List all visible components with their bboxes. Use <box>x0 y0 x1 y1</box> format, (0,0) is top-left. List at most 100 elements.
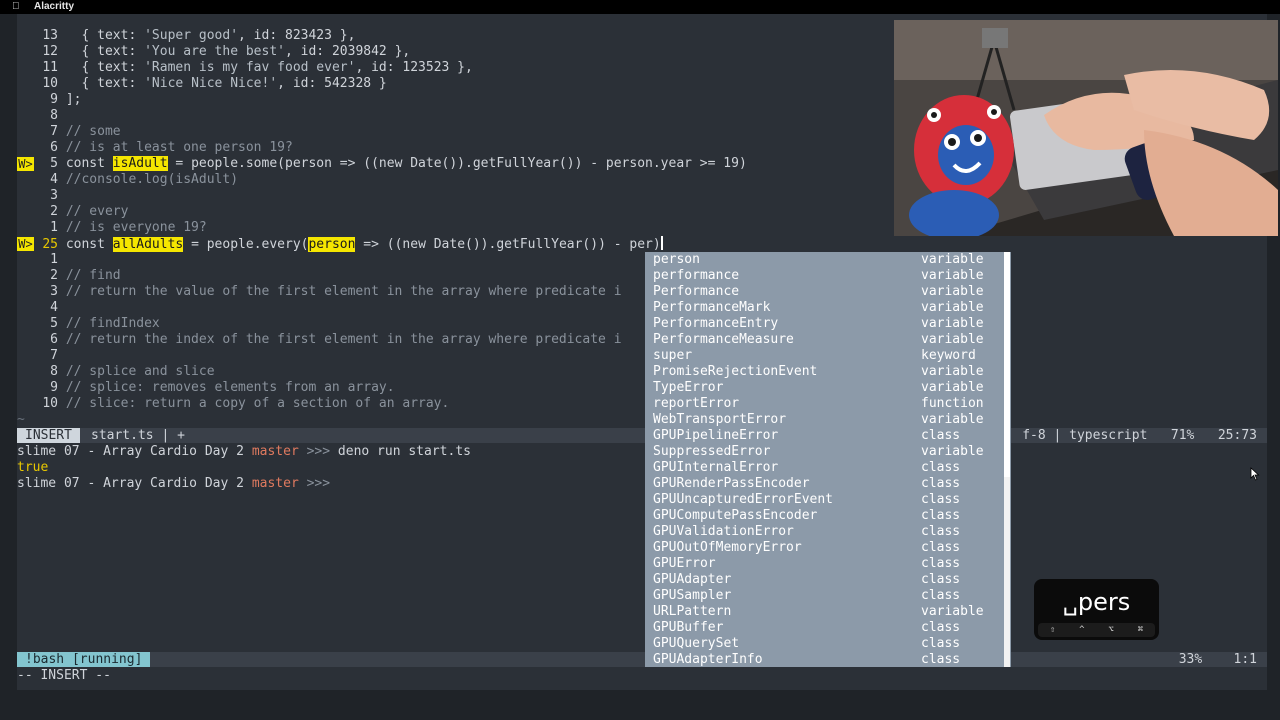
completion-label: PromiseRejectionEvent <box>653 364 818 379</box>
webcam-image <box>894 20 1278 236</box>
completion-label: GPUAdapter <box>653 572 732 587</box>
code-line[interactable]: 11 { text: 'Ramen is my fav food ever', … <box>17 60 473 76</box>
menu-bar:  Alacritty <box>0 0 1280 14</box>
completion-item[interactable]: GPUSampler class <box>653 588 1003 604</box>
code-line[interactable]: 3 <box>17 188 66 204</box>
code-line[interactable]: 1 <box>17 252 66 268</box>
code-line[interactable]: 10 // slice: return a copy of a section … <box>17 396 449 412</box>
code-line[interactable]: 1 // is everyone 19? <box>17 220 207 236</box>
apple-menu-icon[interactable]:  <box>12 0 20 14</box>
shell-prompt[interactable]: slime 07 - Array Cardio Day 2 master >>> <box>17 476 330 492</box>
completion-label: PerformanceEntry <box>653 316 779 331</box>
code-line[interactable]: 2 // find <box>17 268 120 284</box>
code-line[interactable]: 25 const allAdults = people.every(person… <box>17 236 663 252</box>
app-menu-name[interactable]: Alacritty <box>34 0 74 14</box>
code-line[interactable]: 13 { text: 'Super good', id: 823423 }, <box>17 28 355 44</box>
bash-tab[interactable]: !bash [running] <box>17 652 151 667</box>
completion-kind: variable <box>921 268 984 283</box>
completion-popup[interactable]: person variable performance variable Perform… <box>645 252 1011 667</box>
code-line[interactable]: 5 // findIndex <box>17 316 160 332</box>
completion-item[interactable]: Performance variable <box>653 284 1003 300</box>
code-text: => ((new Date()).getFullYear()) - per <box>355 237 653 252</box>
code-line[interactable]: 12 { text: 'You are the best', id: 20398… <box>17 44 410 60</box>
line-number: 8 <box>50 108 58 123</box>
code-text: , id: 2039842 }, <box>285 44 411 59</box>
completion-label: performance <box>653 268 740 283</box>
line-number: 4 <box>50 300 58 315</box>
completion-item[interactable]: GPUAdapterInfo class <box>653 652 1003 667</box>
completion-item[interactable]: GPUQuerySet class <box>653 636 1003 652</box>
code-line[interactable]: 7 // some <box>17 124 120 140</box>
completion-item[interactable]: PerformanceMeasure variable <box>653 332 1003 348</box>
modifier-keys: ⇧ ^ ⌥ ⌘ <box>1038 623 1155 637</box>
completion-item[interactable]: PerformanceEntry variable <box>653 316 1003 332</box>
comment-text: // every <box>65 204 129 219</box>
code-line[interactable]: 6 // return the index of the first eleme… <box>17 332 621 348</box>
code-line[interactable]: 9 ]; <box>17 92 81 108</box>
completion-item[interactable]: GPUError class <box>653 556 1003 572</box>
code-line[interactable]: 6 // is at least one person 19? <box>17 140 293 156</box>
code-line[interactable]: 3 // return the value of the first eleme… <box>17 284 621 300</box>
line-number: 6 <box>50 140 58 155</box>
line-number: 1 <box>50 220 58 235</box>
prompt-path: slime 07 - Array Cardio Day 2 <box>17 444 252 459</box>
bash-position: 33% 1:1 <box>1178 652 1257 667</box>
code-line[interactable]: 9 // splice: removes elements from an ar… <box>17 380 394 396</box>
completion-kind: variable <box>921 412 984 427</box>
completion-item[interactable]: GPUOutOfMemoryError class <box>653 540 1003 556</box>
completion-item[interactable]: GPUInternalError class <box>653 460 1003 476</box>
line-number: 13 <box>42 28 58 43</box>
completion-label: GPUUncapturedErrorEvent <box>653 492 834 507</box>
completion-item[interactable]: GPUAdapter class <box>653 572 1003 588</box>
code-line[interactable]: 8 <box>17 108 66 124</box>
popup-scrollbar-thumb[interactable] <box>1004 252 1010 477</box>
completion-item[interactable]: GPUValidationError class <box>653 524 1003 540</box>
completion-item[interactable]: reportError function <box>653 396 1003 412</box>
completion-item[interactable]: performance variable <box>653 268 1003 284</box>
code-line[interactable]: 8 // splice and slice <box>17 364 214 380</box>
completion-item[interactable]: GPUUncapturedErrorEvent class <box>653 492 1003 508</box>
completion-item[interactable]: GPURenderPassEncoder class <box>653 476 1003 492</box>
line-number: 5 <box>50 156 58 171</box>
code-line[interactable]: 2 // every <box>17 204 128 220</box>
completion-item[interactable]: URLPattern variable <box>653 604 1003 620</box>
code-line[interactable]: 4 <box>17 300 66 316</box>
completion-item[interactable]: TypeError variable <box>653 380 1003 396</box>
completion-item[interactable]: WebTransportError variable <box>653 412 1003 428</box>
completion-label: TypeError <box>653 380 724 395</box>
line-number: 11 <box>42 60 58 75</box>
file-name: start.ts | + <box>91 428 185 443</box>
modifier-key-icon: ⇧ <box>1049 625 1056 635</box>
completion-kind: function <box>921 396 984 411</box>
modifier-key-icon: ⌥ <box>1108 625 1114 635</box>
completion-kind: variable <box>921 284 984 299</box>
line-number: 2 <box>50 204 58 219</box>
completion-label: super <box>653 348 693 363</box>
code-text: = people.some(person => ((new Date()).ge… <box>167 156 747 171</box>
code-line[interactable]: 4 //console.log(isAdult) <box>17 172 238 188</box>
completion-kind: variable <box>921 604 984 619</box>
code-line[interactable]: 5 const isAdult = people.some(person => … <box>17 156 747 172</box>
completion-item[interactable]: PerformanceMark variable <box>653 300 1003 316</box>
line-number: 9 <box>50 380 58 395</box>
completion-item[interactable]: GPUComputePassEncoder class <box>653 508 1003 524</box>
code-text: = people.every( <box>183 237 309 252</box>
completion-item[interactable]: GPUBuffer class <box>653 620 1003 636</box>
completion-item[interactable]: PromiseRejectionEvent variable <box>653 364 1003 380</box>
completion-item[interactable]: super keyword <box>653 348 1003 364</box>
code-line[interactable]: 10 { text: 'Nice Nice Nice!', id: 542328… <box>17 76 386 92</box>
highlighted-token: person <box>308 237 356 252</box>
cursor-caret <box>660 236 663 250</box>
completion-item[interactable]: SuppressedError variable <box>653 444 1003 460</box>
completion-kind: class <box>921 556 961 571</box>
line-number: 7 <box>50 124 58 139</box>
completion-kind: class <box>921 524 961 539</box>
completion-item[interactable]: person variable <box>653 252 1003 268</box>
completion-kind: class <box>921 508 961 523</box>
completion-kind: variable <box>921 300 984 315</box>
completion-kind: keyword <box>921 348 976 363</box>
code-line[interactable]: 7 <box>17 348 66 364</box>
completion-item[interactable]: GPUPipelineError class <box>653 428 1003 444</box>
comment-text: // is everyone 19? <box>65 220 207 235</box>
code-text: { text: <box>65 60 145 75</box>
